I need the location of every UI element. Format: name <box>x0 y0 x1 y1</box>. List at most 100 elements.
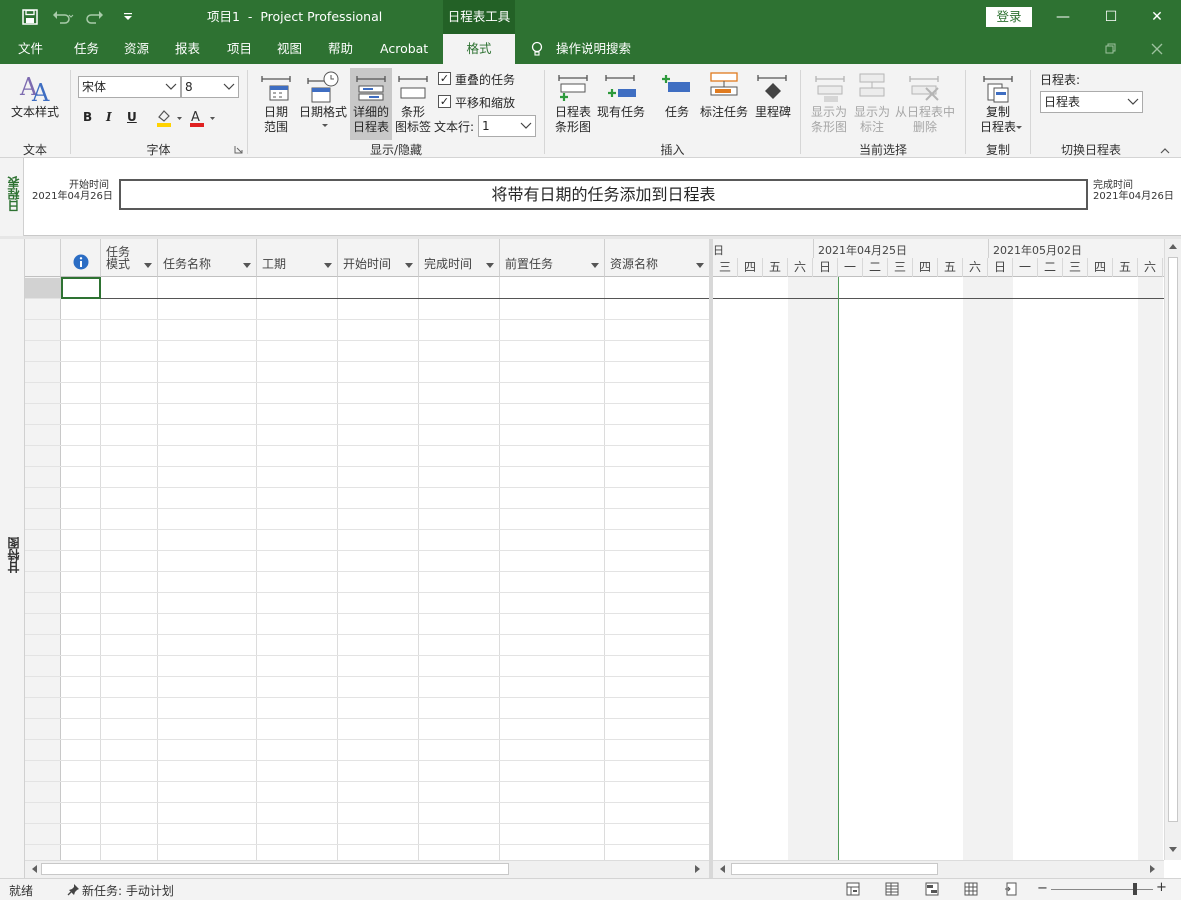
copy-timeline-icon[interactable] <box>982 72 1014 104</box>
bar-labels-button[interactable]: 条形 图标签 <box>393 105 433 135</box>
scroll-right-icon[interactable] <box>695 865 701 873</box>
tab-acrobat[interactable]: Acrobat <box>380 34 428 64</box>
grid-horizontal-thumb[interactable] <box>41 863 509 875</box>
filter-arrow-icon[interactable] <box>486 263 494 268</box>
text-styles-button[interactable]: 文本样式 <box>8 105 62 120</box>
tab-report[interactable]: 报表 <box>175 34 200 64</box>
date-format-icon[interactable] <box>306 70 340 104</box>
close-button[interactable]: ✕ <box>1134 0 1180 34</box>
zoom-in-button[interactable]: + <box>1156 880 1167 895</box>
tab-project[interactable]: 项目 <box>227 34 252 64</box>
callout-task-icon[interactable] <box>707 71 741 103</box>
detailed-timeline-button[interactable]: 详细的 日程表 <box>350 105 392 135</box>
scroll-up-icon[interactable] <box>1169 243 1177 249</box>
zoom-slider-thumb[interactable] <box>1133 883 1137 895</box>
filter-arrow-icon[interactable] <box>405 263 413 268</box>
insert-task-button[interactable]: 任务 <box>660 105 694 120</box>
tab-format[interactable]: 格式 <box>443 34 515 65</box>
undo-icon[interactable] <box>52 9 74 25</box>
timeline-bar-icon[interactable] <box>557 71 589 103</box>
pan-zoom-checkbox[interactable]: ✓ <box>438 95 451 108</box>
tab-view[interactable]: 视图 <box>277 34 302 64</box>
close-window-icon[interactable] <box>1151 43 1163 55</box>
scroll-left-icon[interactable] <box>31 865 37 873</box>
date-format-button[interactable]: 日期格式 <box>298 105 348 120</box>
resource-sheet-view-icon[interactable] <box>964 882 978 896</box>
tab-file[interactable]: 文件 <box>18 34 43 64</box>
tab-task[interactable]: 任务 <box>74 34 99 64</box>
filter-arrow-icon[interactable] <box>696 263 704 268</box>
scroll-left-icon[interactable] <box>719 865 725 873</box>
font-dialog-launcher-icon[interactable] <box>234 145 243 154</box>
filter-arrow-icon[interactable] <box>591 263 599 268</box>
column-header-predecessors[interactable]: 前置任务 <box>500 239 605 277</box>
column-header-resource-names[interactable]: 资源名称 <box>605 239 710 277</box>
column-header-duration[interactable]: 工期 <box>257 239 338 277</box>
status-new-task-mode[interactable]: 新任务: 手动计划 <box>82 882 174 899</box>
gantt-view-icon[interactable] <box>885 882 899 896</box>
date-range-icon[interactable] <box>260 72 292 104</box>
vertical-scrollbar[interactable] <box>1164 239 1181 860</box>
collapse-ribbon-icon[interactable] <box>1160 147 1170 154</box>
switch-timeline-combo[interactable]: 日程表 <box>1040 91 1143 113</box>
maximize-button[interactable]: ☐ <box>1088 0 1134 34</box>
text-lines-combo[interactable]: 1 <box>478 115 536 137</box>
column-header-start[interactable]: 开始时间 <box>338 239 419 277</box>
chart-horizontal-scrollbar[interactable] <box>713 860 1164 878</box>
display-as-bar-button[interactable]: 显示为 条形图 <box>806 105 852 135</box>
copy-timeline-button[interactable]: 复制 日程表 <box>974 105 1022 135</box>
vertical-scroll-thumb[interactable] <box>1168 257 1178 822</box>
underline-button[interactable]: U <box>127 110 137 124</box>
insert-task-icon[interactable] <box>660 72 692 102</box>
font-size-combo[interactable]: 8 <box>181 76 239 98</box>
chart-horizontal-thumb[interactable] <box>731 863 938 875</box>
detailed-timeline-icon[interactable] <box>355 72 387 104</box>
select-all-cell[interactable] <box>25 239 61 277</box>
text-styles-icon[interactable]: A A <box>19 71 51 103</box>
scroll-right-icon[interactable] <box>1150 865 1156 873</box>
milestone-button[interactable]: 里程碑 <box>751 105 795 120</box>
tell-me-search[interactable]: 操作说明搜索 <box>556 34 631 64</box>
display-as-callout-label-1: 显示为 <box>853 105 890 119</box>
overlapping-tasks-checkbox[interactable]: ✓ <box>438 72 451 85</box>
date-range-button[interactable]: 日期 范围 <box>258 105 294 135</box>
callout-task-button[interactable]: 标注任务 <box>698 105 750 120</box>
filter-arrow-icon[interactable] <box>324 263 332 268</box>
milestone-icon[interactable] <box>756 71 790 103</box>
zoom-out-button[interactable]: − <box>1037 881 1048 896</box>
row-header-selected[interactable] <box>25 278 61 298</box>
column-header-task-name[interactable]: 任务名称 <box>158 239 257 277</box>
column-header-indicators[interactable] <box>61 239 101 277</box>
font-color-icon[interactable]: A <box>188 108 218 128</box>
filter-arrow-icon[interactable] <box>243 263 251 268</box>
report-view-icon[interactable] <box>1004 882 1018 896</box>
tab-resource[interactable]: 资源 <box>124 34 149 64</box>
task-usage-view-icon[interactable] <box>846 882 860 896</box>
existing-tasks-button[interactable]: 现有任务 <box>596 105 646 120</box>
timeline-bar-button[interactable]: 日程表 条形图 <box>551 105 595 135</box>
login-button[interactable]: 登录 <box>986 7 1032 27</box>
filter-arrow-icon[interactable] <box>144 263 152 268</box>
italic-button[interactable]: I <box>106 110 112 124</box>
scroll-down-icon[interactable] <box>1169 847 1177 853</box>
customize-toolbar-icon[interactable] <box>122 11 134 23</box>
bold-button[interactable]: B <box>83 110 92 124</box>
bar-labels-icon[interactable] <box>397 72 429 104</box>
display-as-callout-button[interactable]: 显示为 标注 <box>850 105 894 135</box>
font-name-combo[interactable]: 宋体 <box>78 76 181 98</box>
save-icon[interactable] <box>22 9 38 25</box>
fill-color-icon[interactable] <box>155 108 185 128</box>
existing-tasks-icon[interactable] <box>604 71 638 103</box>
team-planner-view-icon[interactable] <box>925 882 939 896</box>
remove-from-timeline-button[interactable]: 从日程表中 删除 <box>894 105 956 135</box>
column-header-finish[interactable]: 完成时间 <box>419 239 500 277</box>
grid-horizontal-scrollbar[interactable] <box>25 860 709 878</box>
zoom-slider-track[interactable] <box>1051 889 1153 890</box>
redo-icon[interactable] <box>86 9 108 25</box>
minimize-button[interactable]: — <box>1040 0 1086 34</box>
tab-help[interactable]: 帮助 <box>328 34 353 64</box>
active-cell[interactable] <box>61 277 101 299</box>
restore-ribbon-icon[interactable] <box>1105 43 1117 55</box>
column-header-task-mode[interactable]: 任务 模式 <box>101 239 158 277</box>
timeline-bar[interactable]: 将带有日期的任务添加到日程表 <box>119 179 1088 210</box>
